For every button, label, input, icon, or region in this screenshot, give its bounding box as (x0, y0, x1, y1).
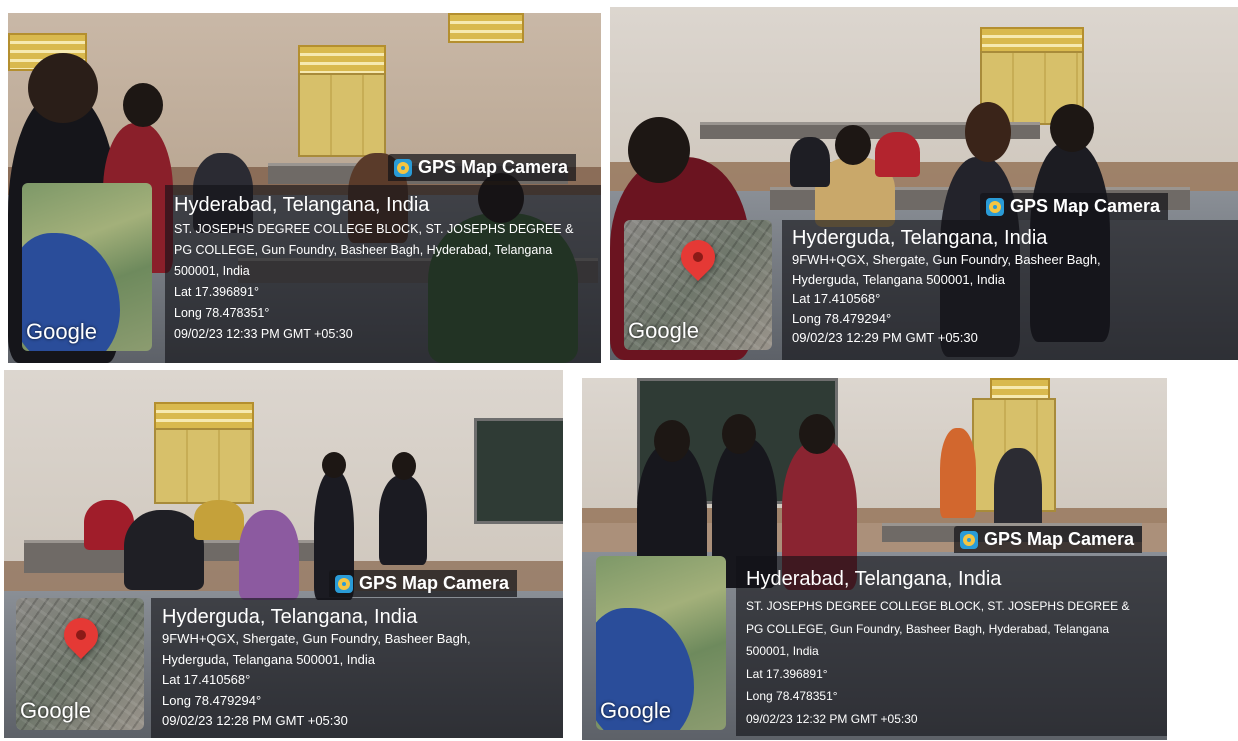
door (154, 428, 254, 504)
location-pin-icon (673, 232, 723, 282)
person (875, 132, 920, 177)
person-head (1050, 104, 1094, 152)
latitude: Lat 17.396891° (746, 666, 828, 681)
google-watermark: Google (26, 319, 97, 344)
google-watermark: Google (628, 318, 699, 343)
door (298, 73, 386, 157)
place-name: Hyderabad, Telangana, India (174, 194, 430, 216)
address-line: 9FWH+QGX, Shergate, Gun Foundry, Basheer… (162, 631, 471, 646)
address-line: 500001, India (746, 644, 819, 658)
gps-label: GPS Map Camera (1010, 196, 1161, 216)
person-head (835, 125, 871, 165)
latitude: Lat 17.396891° (174, 285, 259, 299)
person (124, 510, 204, 590)
person-head (28, 53, 98, 123)
address-line: Hyderguda, Telangana 500001, India (162, 651, 375, 667)
gps-map-camera-icon (394, 158, 412, 177)
address-line: ST. JOSEPHS DEGREE COLLEGE BLOCK, ST. JO… (746, 599, 1130, 613)
address-line: PG COLLEGE, Gun Foundry, Basheer Bagh, H… (746, 621, 1110, 636)
longitude: Long 78.478351° (746, 689, 838, 703)
person-head (799, 414, 835, 454)
timestamp: 09/02/23 12:33 PM GMT +05:30 (174, 327, 353, 341)
place-name: Hyderguda, Telangana, India (162, 606, 418, 628)
address-line: Hyderguda, Telangana 500001, India (792, 271, 1005, 287)
map-thumbnail: Google (16, 598, 144, 730)
person-head (392, 452, 416, 480)
map-thumbnail: Google (596, 556, 726, 730)
address-line: 9FWH+QGX, Shergate, Gun Foundry, Basheer… (792, 252, 1101, 267)
address-block: 9FWH+QGX, Shergate, Gun Foundry, Basheer… (792, 250, 1101, 348)
gps-map-camera-tag: GPS Map Camera (954, 526, 1143, 553)
google-watermark: Google (600, 698, 671, 723)
latitude: Lat 17.410568° (162, 672, 251, 687)
place-name: Hyderguda, Telangana, India (792, 227, 1048, 249)
address-block: ST. JOSEPHS DEGREE COLLEGE BLOCK, ST. JO… (174, 219, 573, 345)
address-line: 500001, India (174, 264, 250, 278)
map-thumbnail: Google (624, 220, 772, 350)
gps-map-camera-icon (986, 197, 1004, 216)
location-pin-icon (56, 610, 106, 660)
timestamp: 09/02/23 12:29 PM GMT +05:30 (792, 330, 978, 345)
gps-label: GPS Map Camera (359, 573, 510, 593)
gps-map-camera-tag: GPS Map Camera (388, 154, 577, 181)
window (298, 45, 386, 75)
gps-label: GPS Map Camera (418, 157, 569, 177)
chalkboard (474, 418, 563, 524)
photo-3: GPS Map Camera Google Hyderguda, Telanga… (4, 370, 563, 738)
photo-1: GPS Map Camera Google Hyderabad, Telanga… (8, 13, 601, 363)
person-head (654, 420, 690, 462)
window (154, 402, 254, 430)
longitude: Long 78.479294° (162, 692, 262, 708)
person-head (628, 117, 690, 183)
person-head (123, 83, 163, 127)
gps-label: GPS Map Camera (984, 529, 1135, 549)
address-block: 9FWH+QGX, Shergate, Gun Foundry, Basheer… (162, 629, 471, 732)
gps-map-camera-tag: GPS Map Camera (980, 193, 1169, 220)
person-head (965, 102, 1011, 162)
photo-2: GPS Map Camera Google Hyderguda, Telanga… (610, 7, 1238, 360)
photo-4: GPS Map Camera Google Hyderabad, Telanga… (582, 378, 1167, 740)
address-line: ST. JOSEPHS DEGREE COLLEGE BLOCK, ST. JO… (174, 222, 574, 236)
person-head (322, 452, 346, 478)
address-line: PG COLLEGE, Gun Foundry, Basheer Bagh, H… (174, 243, 553, 257)
timestamp: 09/02/23 12:28 PM GMT +05:30 (162, 713, 348, 728)
longitude: Long 78.479294° (792, 310, 892, 326)
address-block: ST. JOSEPHS DEGREE COLLEGE BLOCK, ST. JO… (746, 595, 1129, 730)
gps-map-camera-icon (335, 574, 353, 593)
person (239, 510, 299, 600)
map-thumbnail: Google (22, 183, 152, 351)
latitude: Lat 17.410568° (792, 291, 881, 306)
place-name: Hyderabad, Telangana, India (746, 568, 1002, 590)
google-watermark: Google (20, 698, 91, 723)
person (379, 475, 427, 565)
longitude: Long 78.478351° (174, 306, 270, 320)
person-head (722, 414, 756, 454)
person (790, 137, 830, 187)
person (940, 428, 976, 518)
gps-map-camera-tag: GPS Map Camera (329, 570, 518, 597)
person (194, 500, 244, 540)
timestamp: 09/02/23 12:32 PM GMT +05:30 (746, 711, 918, 726)
gps-map-camera-icon (960, 530, 978, 549)
window (448, 13, 524, 43)
